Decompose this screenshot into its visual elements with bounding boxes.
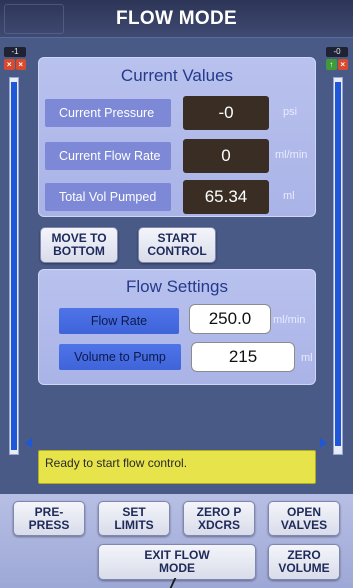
volume-to-pump-unit: ml: [301, 352, 313, 364]
left-scrollbar[interactable]: [9, 77, 19, 455]
current-values-panel: Current Values Current Pressure -0 psi C…: [38, 57, 316, 217]
zero-volume-button[interactable]: ZERO VOLUME: [268, 544, 340, 580]
volume-to-pump-label: Volume to Pump: [59, 344, 181, 370]
right-scrollbar-fill: [335, 82, 341, 446]
move-to-bottom-button[interactable]: MOVE TO BOTTOM: [40, 227, 118, 263]
flow-settings-panel: Flow Settings Flow Rate 250.0 ml/min Vol…: [38, 269, 316, 385]
close-icon[interactable]: ×: [337, 59, 348, 70]
close-icon[interactable]: ×: [15, 59, 26, 70]
set-limits-button[interactable]: SET LIMITS: [98, 501, 170, 536]
page-title: FLOW MODE: [116, 8, 237, 29]
right-scroll-label: -0: [326, 47, 348, 57]
status-message: Ready to start flow control.: [38, 450, 316, 484]
arrow-up-icon[interactable]: ↑: [326, 59, 337, 70]
current-pressure-label: Current Pressure: [45, 99, 171, 127]
total-vol-pumped-value: 65.34: [183, 180, 269, 214]
zero-p-xdcrs-button[interactable]: ZERO P XDCRS: [183, 501, 255, 536]
current-values-title: Current Values: [120, 66, 234, 85]
close-icon[interactable]: ×: [4, 59, 15, 70]
flow-settings-title: Flow Settings: [125, 277, 229, 296]
total-vol-pumped-label: Total Vol Pumped: [45, 183, 171, 211]
left-scrollbar-fill: [11, 82, 17, 450]
left-scroll-label: -1: [4, 47, 26, 57]
right-scroll-controls: -0 ↑ ×: [326, 47, 348, 70]
right-scrollbar[interactable]: [333, 77, 343, 455]
right-scroll-marker-icon[interactable]: [320, 438, 327, 448]
current-flow-rate-value: 0: [183, 139, 269, 173]
flow-rate-label: Flow Rate: [59, 308, 179, 334]
header-bar: FLOW MODE: [0, 0, 353, 38]
open-valves-button[interactable]: OPEN VALVES: [268, 501, 340, 536]
flow-rate-unit: ml/min: [273, 314, 306, 326]
flow-mode-screen: FLOW MODE -1 × × -0 ↑ × Current Values C…: [0, 0, 353, 588]
current-flow-rate-label: Current Flow Rate: [45, 142, 171, 170]
flow-rate-input[interactable]: 250.0: [189, 304, 271, 334]
left-scroll-marker-icon[interactable]: [25, 438, 32, 448]
exit-flow-mode-button[interactable]: EXIT FLOW MODE: [98, 544, 256, 580]
current-flow-rate-unit: ml/min: [275, 149, 308, 161]
pre-press-button[interactable]: PRE- PRESS: [13, 501, 85, 536]
current-pressure-value: -0: [183, 96, 269, 130]
volume-to-pump-input[interactable]: 215: [191, 342, 295, 372]
left-scroll-controls: -1 × ×: [4, 47, 26, 70]
total-vol-pumped-unit: ml: [283, 190, 295, 202]
current-pressure-unit: psi: [283, 106, 298, 118]
start-control-button[interactable]: START CONTROL: [138, 227, 216, 263]
